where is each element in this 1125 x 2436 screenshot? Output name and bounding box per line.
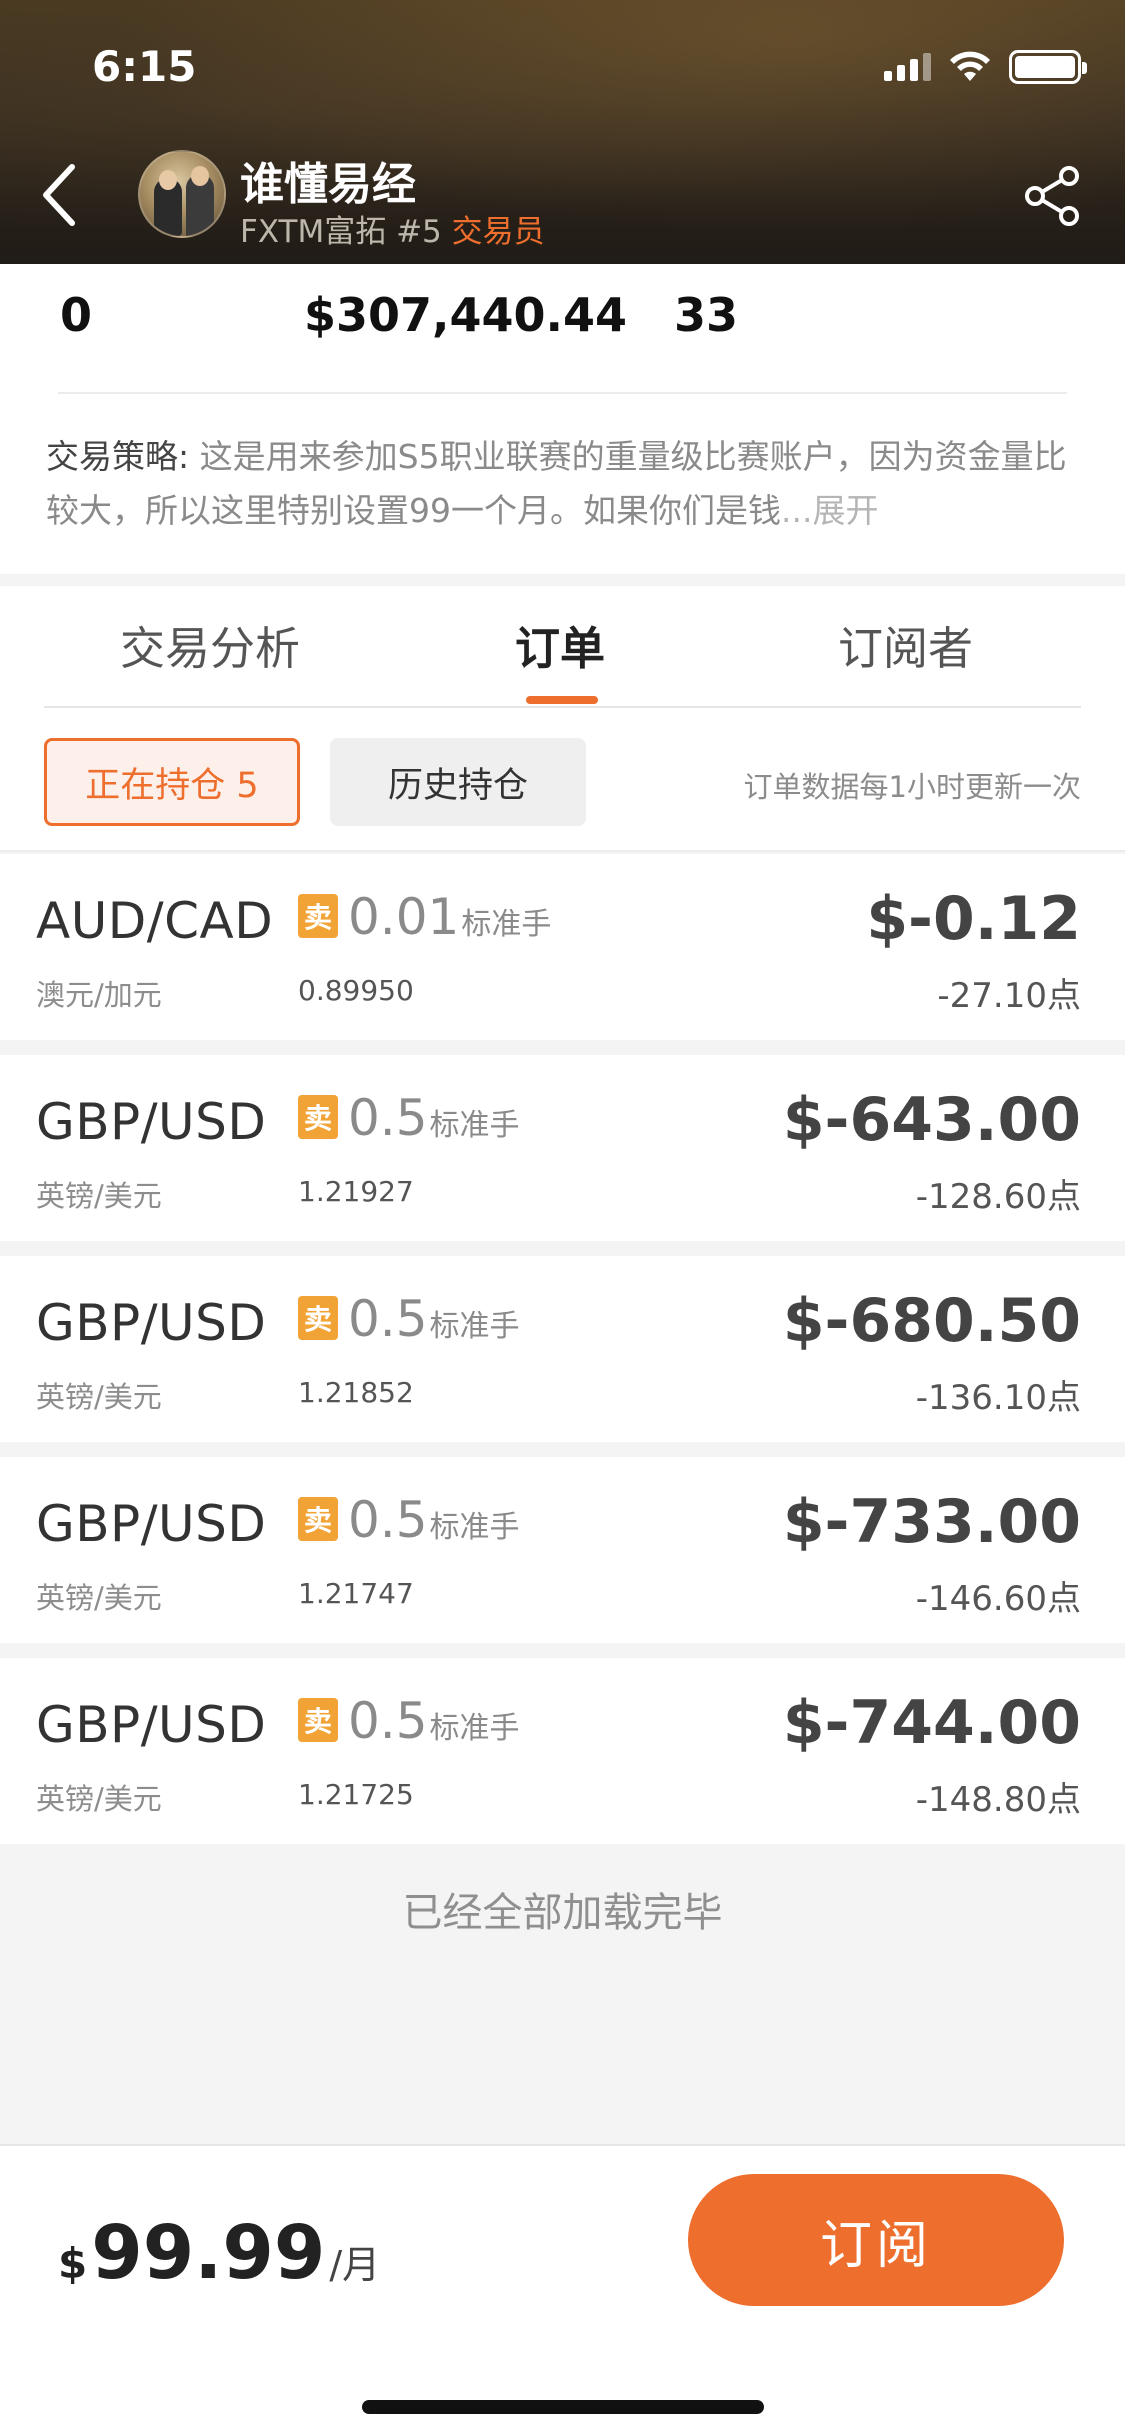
- status-icons: [884, 50, 1087, 84]
- share-icon: [1025, 166, 1079, 226]
- lot-value: 0.01: [348, 888, 460, 946]
- sell-badge: 卖: [298, 1497, 338, 1541]
- currency-pair: GBP/USD: [36, 1294, 267, 1352]
- lot-unit: 标准手: [429, 1108, 520, 1143]
- subscribe-bar: $ 99.99 /月 订阅: [0, 2144, 1125, 2436]
- tab-analysis[interactable]: 交易分析: [120, 612, 300, 677]
- stat-value-3: 33: [674, 288, 739, 342]
- order-row[interactable]: AUD/CAD 澳元/加元 卖 0.01标准手 0.89950 $-0.12 -…: [0, 854, 1125, 1040]
- lot-size: 0.5标准手: [348, 1692, 520, 1750]
- open-price: 1.21747: [298, 1577, 414, 1610]
- strategy-body: 这是用来参加S5职业联赛的重量级比赛账户，因为资金量比较大，所以这里特别设置99…: [46, 437, 1067, 530]
- open-price: 1.21852: [298, 1376, 414, 1409]
- order-row[interactable]: GBP/USD 英镑/美元 卖 0.5标准手 1.21927 $-643.00 …: [0, 1055, 1125, 1241]
- lot-unit: 标准手: [429, 1309, 520, 1344]
- strategy-ellipsis: ...: [781, 491, 813, 530]
- open-price: 0.89950: [298, 974, 414, 1007]
- lot-value: 0.5: [348, 1491, 428, 1549]
- currency-pair: GBP/USD: [36, 1696, 267, 1754]
- profit-loss: $-643.00: [782, 1085, 1081, 1155]
- order-row[interactable]: GBP/USD 英镑/美元 卖 0.5标准手 1.21725 $-744.00 …: [0, 1658, 1125, 1844]
- currency-pair-cn: 澳元/加元: [36, 978, 162, 1012]
- home-indicator: [362, 2400, 764, 2414]
- order-row[interactable]: GBP/USD 英镑/美元 卖 0.5标准手 1.21852 $-680.50 …: [0, 1256, 1125, 1442]
- order-row[interactable]: GBP/USD 英镑/美元 卖 0.5标准手 1.21747 $-733.00 …: [0, 1457, 1125, 1643]
- pips: -136.10点: [915, 1378, 1081, 1418]
- trader-subtitle: FXTM富拓 #5 交易员: [240, 206, 545, 251]
- lot-size: 0.5标准手: [348, 1089, 520, 1147]
- expand-link[interactable]: 展开: [812, 491, 878, 530]
- pips: -148.80点: [915, 1780, 1081, 1820]
- currency-pair: AUD/CAD: [36, 892, 274, 950]
- profile-header: 6:15 谁懂易经 FXTM富拓 #5 交易员: [0, 0, 1125, 264]
- lot-unit: 标准手: [461, 907, 552, 942]
- currency-pair-cn: 英镑/美元: [36, 1380, 162, 1414]
- profit-loss: $-680.50: [782, 1286, 1081, 1356]
- tab-bar: 交易分析 订单 订阅者: [0, 586, 1125, 712]
- currency-pair-cn: 英镑/美元: [36, 1179, 162, 1213]
- strategy-label: 交易策略:: [46, 437, 190, 476]
- pips: -128.60点: [915, 1177, 1081, 1217]
- back-button[interactable]: [30, 160, 90, 230]
- strategy-text: 交易策略: 这是用来参加S5职业联赛的重量级比赛账户，因为资金量比较大，所以这里…: [46, 430, 1076, 538]
- update-note: 订单数据每1小时更新一次: [743, 770, 1081, 804]
- tab-divider: [44, 706, 1081, 708]
- filter-row: 正在持仓 5 历史持仓 订单数据每1小时更新一次: [0, 712, 1125, 852]
- trader-role: 交易员: [451, 214, 545, 250]
- status-time: 6:15: [92, 42, 197, 91]
- order-list: AUD/CAD 澳元/加元 卖 0.01标准手 0.89950 $-0.12 -…: [0, 854, 1125, 1859]
- currency-pair-cn: 英镑/美元: [36, 1782, 162, 1816]
- profit-loss: $-744.00: [782, 1688, 1081, 1758]
- stat-value-2: $307,440.44: [304, 288, 628, 342]
- tab-orders[interactable]: 订单: [515, 612, 605, 677]
- price-currency: $: [58, 2239, 88, 2288]
- lot-unit: 标准手: [429, 1510, 520, 1545]
- sell-badge: 卖: [298, 894, 338, 938]
- open-price: 1.21725: [298, 1778, 414, 1811]
- history-positions-button[interactable]: 历史持仓: [330, 738, 586, 826]
- sell-badge: 卖: [298, 1698, 338, 1742]
- battery-icon: [1009, 50, 1087, 84]
- avatar[interactable]: [138, 150, 226, 238]
- broker-name: FXTM富拓: [240, 214, 387, 250]
- price-period: /月: [329, 2243, 381, 2287]
- chevron-left-icon: [43, 164, 75, 226]
- price-amount: 99.99: [91, 2210, 326, 2296]
- profile-summary: 0 $307,440.44 33 交易策略: 这是用来参加S5职业联赛的重量级比…: [0, 264, 1125, 574]
- cellular-signal-icon: [884, 53, 931, 81]
- pips: -146.60点: [915, 1579, 1081, 1619]
- currency-pair-cn: 英镑/美元: [36, 1581, 162, 1615]
- currency-pair: GBP/USD: [36, 1495, 267, 1553]
- lot-value: 0.5: [348, 1089, 428, 1147]
- stat-value-1: 0: [60, 288, 93, 342]
- lot-size: 0.5标准手: [348, 1491, 520, 1549]
- currency-pair: GBP/USD: [36, 1093, 267, 1151]
- current-positions-button[interactable]: 正在持仓 5: [44, 738, 300, 826]
- profit-loss: $-0.12: [866, 884, 1081, 954]
- all-loaded-text: 已经全部加载完毕: [402, 1890, 723, 1936]
- share-button[interactable]: [1021, 164, 1085, 228]
- wifi-icon: [950, 51, 990, 81]
- lot-value: 0.5: [348, 1290, 428, 1348]
- trader-rank: #5: [396, 214, 442, 250]
- sell-badge: 卖: [298, 1095, 338, 1139]
- subscribe-button[interactable]: 订阅: [688, 2174, 1064, 2306]
- lot-size: 0.5标准手: [348, 1290, 520, 1348]
- tab-subscribers[interactable]: 订阅者: [838, 612, 973, 677]
- pips: -27.10点: [937, 976, 1081, 1016]
- lot-value: 0.5: [348, 1692, 428, 1750]
- subscription-price: $ 99.99 /月: [58, 2210, 380, 2296]
- open-price: 1.21927: [298, 1175, 414, 1208]
- sell-badge: 卖: [298, 1296, 338, 1340]
- divider: [58, 392, 1067, 394]
- active-tab-indicator: [526, 696, 598, 704]
- trader-name: 谁懂易经: [240, 159, 416, 210]
- lot-unit: 标准手: [429, 1711, 520, 1746]
- profit-loss: $-733.00: [782, 1487, 1081, 1557]
- lot-size: 0.01标准手: [348, 888, 551, 946]
